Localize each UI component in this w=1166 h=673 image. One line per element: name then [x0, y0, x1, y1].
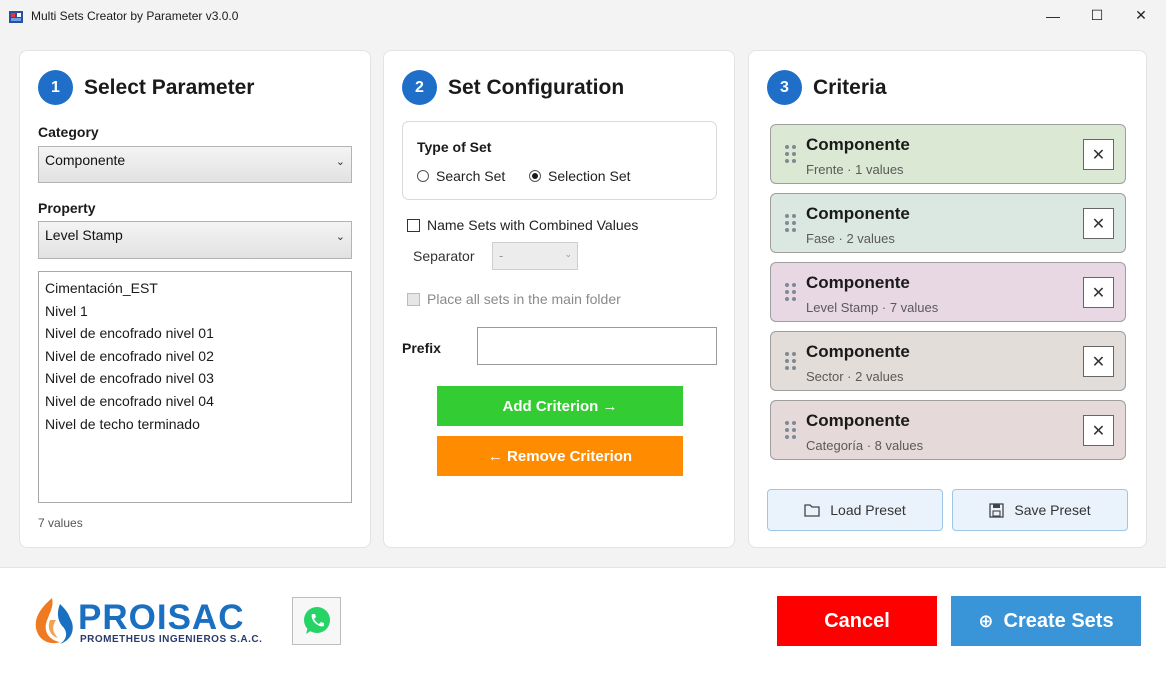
drag-handle-icon[interactable]	[785, 145, 797, 163]
flame-logo-icon	[35, 598, 73, 644]
logo-subtitle: PROMETHEUS INGENIEROS S.A.C.	[80, 634, 263, 645]
separator-dropdown[interactable]: - ⌄	[492, 242, 578, 270]
category-dropdown[interactable]: Componente ⌄	[38, 146, 352, 183]
list-item[interactable]: Cimentación_EST	[45, 277, 345, 300]
criterion-card[interactable]: Componente Categoría · 8 values ✕	[770, 400, 1126, 460]
property-label: Property	[38, 200, 96, 216]
criterion-meta: Frente · 1 values	[806, 162, 904, 177]
set-configuration-panel: 2 Set Configuration Type of Set Search S…	[383, 50, 735, 548]
separator-value: -	[499, 248, 504, 263]
list-item[interactable]: Nivel 1	[45, 300, 345, 323]
values-count: 7 values	[38, 516, 83, 530]
type-of-set-group: Type of Set Search Set Selection Set	[402, 121, 717, 200]
selection-set-radio[interactable]: Selection Set	[529, 168, 631, 184]
set-configuration-title: Set Configuration	[448, 76, 625, 99]
criterion-meta: Categoría · 8 values	[806, 438, 924, 453]
criteria-title: Criteria	[813, 76, 887, 99]
criterion-name: Componente	[806, 342, 910, 361]
add-circle-icon: ⊕	[978, 610, 994, 631]
combined-values-label: Name Sets with Combined Values	[427, 217, 639, 233]
app-icon	[9, 11, 23, 23]
step-3-badge: 3	[767, 70, 802, 105]
select-parameter-panel: 1 Select Parameter Category Componente ⌄…	[19, 50, 371, 548]
type-of-set-label: Type of Set	[417, 139, 492, 155]
criterion-card[interactable]: Componente Fase · 2 values ✕	[770, 193, 1126, 253]
save-preset-button[interactable]: Save Preset	[952, 489, 1128, 531]
drag-handle-icon[interactable]	[785, 352, 797, 370]
window-title: Multi Sets Creator by Parameter v3.0.0	[31, 9, 239, 23]
list-item[interactable]: Nivel de encofrado nivel 01	[45, 322, 345, 345]
drag-handle-icon[interactable]	[785, 214, 797, 232]
criterion-card[interactable]: Componente Level Stamp · 7 values ✕	[770, 262, 1126, 322]
step-1-badge: 1	[38, 70, 73, 105]
maximize-button[interactable]: ☐	[1074, 0, 1120, 31]
chevron-down-icon: ⌄	[335, 156, 345, 168]
chevron-down-icon: ⌄	[564, 249, 572, 259]
create-sets-label: Create Sets	[1003, 609, 1114, 632]
minimize-button[interactable]: —	[1030, 0, 1076, 31]
list-item[interactable]: Nivel de encofrado nivel 02	[45, 345, 345, 368]
close-window-button[interactable]: ✕	[1118, 0, 1164, 31]
criterion-name: Componente	[806, 204, 910, 223]
remove-criterion-button[interactable]: ← Remove Criterion	[437, 436, 683, 476]
whatsapp-button[interactable]	[292, 597, 341, 645]
proisac-logo: PROISAC PROMETHEUS INGENIEROS S.A.C.	[30, 596, 270, 648]
prefix-input[interactable]	[477, 327, 717, 365]
criterion-name: Componente	[806, 273, 910, 292]
remove-criterion-icon[interactable]: ✕	[1083, 346, 1114, 377]
cancel-button[interactable]: Cancel	[777, 596, 937, 646]
chevron-down-icon: ⌄	[335, 231, 345, 243]
separator-label: Separator	[413, 248, 475, 264]
criterion-name: Componente	[806, 135, 910, 154]
logo-name: PROISAC	[78, 598, 245, 637]
list-item[interactable]: Nivel de techo terminado	[45, 413, 345, 436]
search-set-label: Search Set	[436, 168, 506, 184]
floppy-disk-icon	[989, 502, 1005, 518]
search-set-radio[interactable]: Search Set	[417, 168, 505, 184]
criterion-name: Componente	[806, 411, 910, 430]
title-bar: Multi Sets Creator by Parameter v3.0.0 —…	[0, 0, 1166, 31]
folder-icon	[804, 503, 820, 517]
criterion-meta: Fase · 2 values	[806, 231, 895, 246]
step-2-badge: 2	[402, 70, 437, 105]
add-criterion-button[interactable]: Add Criterion →	[437, 386, 683, 426]
drag-handle-icon[interactable]	[785, 283, 797, 301]
property-value: Level Stamp	[45, 227, 123, 243]
checkbox-icon	[407, 218, 420, 232]
prefix-label: Prefix	[402, 340, 441, 356]
criterion-meta: Sector · 2 values	[806, 369, 904, 384]
drag-handle-icon[interactable]	[785, 421, 797, 439]
load-preset-label: Load Preset	[830, 502, 906, 518]
category-value: Componente	[45, 152, 126, 168]
selection-set-label: Selection Set	[548, 168, 631, 184]
radio-selected-icon	[529, 170, 541, 182]
radio-icon	[417, 170, 429, 182]
criteria-panel: 3 Criteria Componente Frente · 1 values …	[748, 50, 1147, 548]
load-preset-button[interactable]: Load Preset	[767, 489, 943, 531]
criterion-card[interactable]: Componente Sector · 2 values ✕	[770, 331, 1126, 391]
remove-criterion-icon[interactable]: ✕	[1083, 277, 1114, 308]
remove-criterion-icon[interactable]: ✕	[1083, 415, 1114, 446]
list-item[interactable]: Nivel de encofrado nivel 03	[45, 367, 345, 390]
select-parameter-title: Select Parameter	[84, 76, 255, 99]
criterion-card[interactable]: Componente Frente · 1 values ✕	[770, 124, 1126, 184]
checkbox-icon	[407, 292, 420, 306]
criterion-meta: Level Stamp · 7 values	[806, 300, 939, 315]
combined-values-checkbox[interactable]: Name Sets with Combined Values	[407, 217, 638, 233]
create-sets-button[interactable]: ⊕ Create Sets	[951, 596, 1141, 646]
remove-criterion-icon[interactable]: ✕	[1083, 208, 1114, 239]
footer-bar: PROISAC PROMETHEUS INGENIEROS S.A.C. Can…	[0, 567, 1166, 673]
property-dropdown[interactable]: Level Stamp ⌄	[38, 221, 352, 259]
save-preset-label: Save Preset	[1014, 502, 1091, 518]
remove-criterion-icon[interactable]: ✕	[1083, 139, 1114, 170]
values-listbox[interactable]: Cimentación_EST Nivel 1 Nivel de encofra…	[38, 271, 352, 503]
list-item[interactable]: Nivel de encofrado nivel 04	[45, 390, 345, 413]
whatsapp-icon	[303, 607, 330, 634]
category-label: Category	[38, 124, 99, 140]
main-folder-checkbox[interactable]: Place all sets in the main folder	[407, 291, 621, 307]
main-folder-label: Place all sets in the main folder	[427, 291, 621, 307]
